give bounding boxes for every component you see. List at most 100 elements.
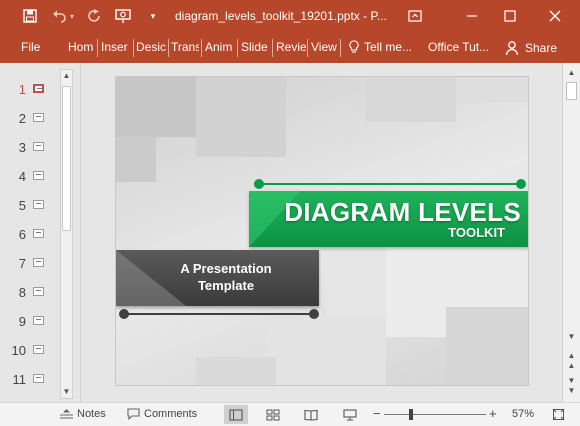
redo-icon[interactable] (85, 6, 105, 26)
tagline-text: A Presentation Template (156, 260, 296, 294)
scroll-up-icon[interactable]: ▲ (61, 70, 72, 82)
slide-preview-icon (33, 316, 44, 325)
slide-thumbnail[interactable]: 2 (6, 107, 46, 129)
notes-icon (60, 409, 73, 419)
tell-me-label: Tell me... (364, 40, 413, 54)
user-icon (505, 41, 519, 56)
slide-preview-icon (33, 200, 44, 209)
slide-preview-icon (33, 287, 44, 296)
slide-thumbnail[interactable]: 10 (6, 339, 46, 361)
slide-number: 11 (12, 372, 27, 387)
dark-connector-dot (119, 309, 129, 319)
slide-number: 3 (18, 140, 26, 155)
tab-separator (133, 39, 134, 57)
slide-sorter-icon[interactable] (261, 405, 285, 424)
slide-canvas[interactable]: DIAGRAM LEVELS TOOLKIT A Presentation Te… (115, 76, 529, 386)
scrollbar-thumb[interactable] (566, 82, 577, 100)
slide-thumbnail[interactable]: 6 (6, 223, 46, 245)
title-banner[interactable]: DIAGRAM LEVELS TOOLKIT (249, 191, 528, 247)
tab-office-tutorials[interactable]: Office Tut... (428, 40, 489, 54)
slide-scrollbar[interactable]: ▲ ▼ ▲ ▲ ▼ ▼ (562, 63, 580, 402)
tab-slide-show[interactable]: Slide (241, 40, 271, 54)
ribbon-display-options-icon[interactable] (400, 6, 430, 26)
slide-thumbnail[interactable]: 3 (6, 136, 46, 158)
tab-file[interactable]: File (21, 40, 40, 54)
tab-separator (168, 39, 169, 57)
slide-preview-icon (33, 229, 44, 238)
ribbon-tab-bar: File Hom Inser Desic Trans Anim Slide Re… (0, 33, 580, 63)
slide-thumbnail[interactable]: 7 (6, 252, 46, 274)
tab-review[interactable]: Revie (276, 40, 306, 54)
tab-insert[interactable]: Inser (101, 40, 132, 54)
status-bar: Notes Comments − + 57% (0, 402, 580, 426)
stair-step (446, 307, 528, 385)
tagline-line-2: Template (197, 278, 255, 293)
normal-view-icon[interactable] (224, 405, 248, 424)
present-from-beginning-icon[interactable] (113, 6, 133, 26)
save-icon[interactable] (20, 6, 40, 26)
comments-label: Comments (144, 408, 198, 420)
slide-editing-area: DIAGRAM LEVELS TOOLKIT A Presentation Te… (80, 63, 562, 402)
slide-thumbnail[interactable]: 9 (6, 310, 46, 332)
scroll-down-icon[interactable]: ▼ (566, 331, 577, 343)
tab-view[interactable]: View (311, 40, 339, 54)
tab-separator (201, 39, 202, 57)
zoom-slider-track[interactable] (384, 414, 486, 415)
dark-connector-line (124, 313, 314, 315)
minimize-icon[interactable] (457, 6, 487, 26)
zoom-in-button[interactable]: + (489, 406, 497, 421)
stair-step (366, 77, 456, 122)
share-button[interactable]: Share (501, 37, 561, 59)
slide-thumbnail[interactable]: 11 (6, 368, 46, 390)
slide-preview-icon (33, 171, 44, 180)
maximize-icon[interactable] (495, 6, 525, 26)
next-slide-icon[interactable]: ▼ (566, 385, 577, 397)
close-icon[interactable] (540, 6, 570, 26)
tab-separator (97, 39, 98, 57)
tab-transitions[interactable]: Trans (171, 40, 199, 54)
undo-dropdown-icon[interactable]: ▾ (67, 6, 77, 26)
fit-to-window-icon[interactable] (546, 405, 570, 424)
notes-button[interactable]: Notes (60, 408, 106, 420)
slide-number: 4 (18, 169, 26, 184)
thumbnail-scrollbar[interactable]: ▲ ▼ (60, 69, 73, 399)
zoom-slider-thumb[interactable] (409, 409, 413, 420)
reading-view-icon[interactable] (299, 405, 323, 424)
slide-number: 10 (11, 343, 26, 358)
slide-preview-icon (33, 374, 44, 383)
slide-thumbnail[interactable]: 5 (6, 194, 46, 216)
zoom-out-button[interactable]: − (373, 406, 381, 421)
stair-step (116, 137, 156, 182)
comments-button[interactable]: Comments (127, 408, 197, 420)
stair-step (196, 357, 276, 385)
slide-number: 9 (18, 314, 26, 329)
green-connector-dot (254, 179, 264, 189)
slide-thumbnail[interactable]: 4 (6, 165, 46, 187)
customize-toolbar-icon[interactable]: ▾ (143, 6, 163, 26)
stair-step (266, 317, 386, 385)
zoom-level[interactable]: 57% (512, 408, 534, 420)
slide-preview-icon (33, 142, 44, 151)
lightbulb-icon (349, 40, 359, 53)
green-connector-dot (516, 179, 526, 189)
tab-separator (237, 39, 238, 57)
tab-animations[interactable]: Anim (205, 40, 235, 54)
tell-me-box[interactable]: Tell me... (349, 40, 412, 54)
tagline-banner[interactable]: A Presentation Template (116, 250, 319, 306)
slide-thumbnail[interactable]: 1 (6, 78, 46, 100)
window-title: diagram_levels_toolkit_19201.pptx - P... (175, 9, 387, 23)
share-label: Share (525, 41, 558, 55)
scrollbar-thumb[interactable] (62, 86, 71, 231)
scroll-down-icon[interactable]: ▼ (61, 386, 72, 398)
slide-preview-icon (33, 345, 44, 354)
slide-thumbnail-pane: 1 2 3 4 5 6 7 8 9 10 11 ▲ ▼ (0, 63, 78, 402)
scroll-up-icon[interactable]: ▲ (566, 67, 577, 79)
previous-slide-icon[interactable]: ▲ (566, 360, 577, 372)
slide-thumbnail[interactable]: 8 (6, 281, 46, 303)
slide-show-icon[interactable] (338, 405, 362, 424)
tab-design[interactable]: Desic (136, 40, 167, 54)
slide-number: 5 (18, 198, 26, 213)
tab-home[interactable]: Hom (68, 40, 95, 54)
slide-preview-icon (33, 258, 44, 267)
stair-step (456, 77, 528, 102)
